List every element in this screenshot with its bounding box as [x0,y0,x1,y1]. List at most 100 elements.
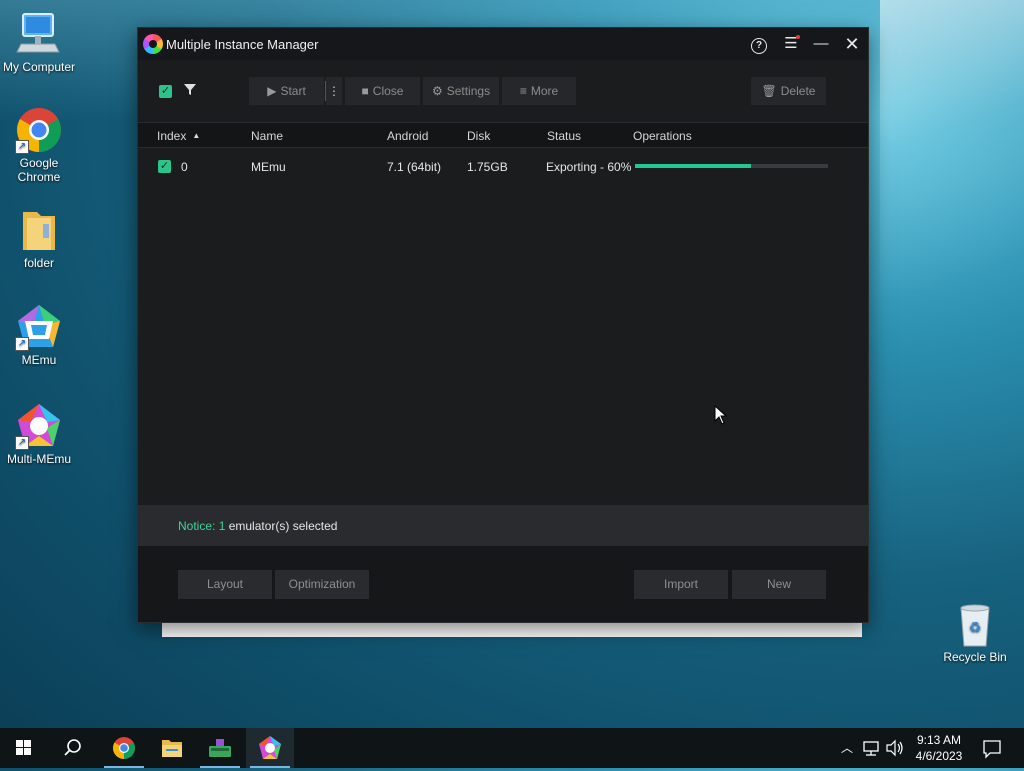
close-label: Close [372,84,404,98]
column-header-name: Name [251,129,284,143]
column-header-disk: Disk [467,129,491,143]
trash-icon: 🗑 [761,84,777,98]
new-button[interactable]: New [732,570,826,599]
desktop-icon-label: Multi-MEmu [6,452,71,466]
mouse-cursor [714,404,728,428]
layout-button[interactable]: Layout [178,570,272,599]
column-header-index[interactable]: Index ▲ [157,129,200,143]
folder-icon [15,206,63,254]
computer-icon [15,10,63,58]
notice-prefix: Notice: [178,519,219,533]
desktop-background-highlight [880,0,1024,330]
file-explorer-icon [162,740,182,757]
desktop-icon-label: My Computer [2,60,76,74]
delete-button[interactable]: 🗑 Delete [751,77,826,105]
toolbar: ✓ ▶ Start ⋮ ■ Close ⚙ Settings ≡ More 🗑 Delet… [138,60,868,120]
row-checkbox[interactable]: ✓ [158,160,171,173]
desktop-icon-label: Google Chrome [17,156,61,184]
column-header-android: Android [387,129,429,143]
optimization-button[interactable]: Optimization [275,570,369,599]
desktop-icon-multi-memu[interactable]: ↗ Multi-MEmu [1,402,77,466]
menu-button[interactable]: ☰ [780,33,802,55]
row-index: 0 [181,160,188,174]
export-progress-fill [635,164,751,168]
close-icon: ✕ [844,34,860,54]
action-center-icon [983,740,1001,759]
chevron-up-icon: ︿ [840,741,853,755]
network-icon [863,741,879,756]
filter-icon [184,84,196,95]
column-header-status: Status [547,129,582,143]
volume-tray-button[interactable] [884,728,906,768]
minimize-icon: — [813,35,829,52]
desktop-icon-label: MEmu [21,353,57,367]
window-title: Multiple Instance Manager [166,37,319,52]
keyboard-tool-icon [209,739,231,757]
table-row[interactable]: ✓ 0 MEmu 7.1 (64bit) 1.75GB Exporting - … [138,148,868,184]
settings-label: Settings [446,84,491,98]
close-instance-button[interactable]: ■ Close [345,77,420,105]
start-options-button[interactable]: ⋮ [326,77,342,105]
taskbar-chrome[interactable] [100,728,148,768]
notice-text: Notice: 1 emulator(s) selected [178,519,337,533]
notifications-button[interactable] [980,728,1004,768]
multi-memu-icon [259,736,281,759]
taskbar-multiple-instance-manager[interactable] [246,728,294,768]
search-button[interactable] [48,728,96,768]
row-status: Exporting - 60% [546,160,632,174]
delete-label: Delete [780,84,816,98]
export-progress-bar [635,164,828,168]
notice-bar: Notice: 1 emulator(s) selected [138,505,868,546]
desktop-icon-google-chrome[interactable]: ↗ Google Chrome [1,106,77,184]
recycle-bin-icon: ♻ [951,600,999,648]
vertical-dots-icon: ⋮ [328,84,340,98]
memu-icon: ↗ [15,303,63,351]
desktop-icon-memu[interactable]: ↗ MEmu [1,303,77,367]
row-android-version: 7.1 (64bit) [387,160,442,174]
desktop-icon-label: folder [23,256,55,270]
list-icon: ≡ [519,84,527,98]
chrome-icon: ↗ [15,106,63,154]
help-button[interactable]: ? [748,33,770,55]
stop-icon: ■ [361,84,369,98]
taskbar-multi-memu-tool[interactable] [196,728,244,768]
more-label: More [530,84,559,98]
app-logo-icon [143,34,163,54]
filter-button[interactable] [183,82,199,98]
taskbar-file-explorer[interactable] [148,728,196,768]
shortcut-arrow-icon: ↗ [15,337,29,351]
desktop-icon-folder[interactable]: folder [1,206,77,270]
notification-dot [796,35,800,39]
title-bar[interactable]: Multiple Instance Manager ? ☰ — ✕ [138,28,868,60]
network-tray-button[interactable] [861,728,883,768]
speaker-icon [886,739,903,757]
start-menu-button[interactable] [0,728,48,768]
gear-icon: ⚙ [431,84,443,98]
show-hidden-icons-button[interactable]: ︿ [838,728,856,768]
close-window-button[interactable]: ✕ [841,33,863,55]
desktop-icon-label: Recycle Bin [943,650,1007,664]
svg-text:♻: ♻ [969,620,982,636]
start-label: Start [280,84,306,98]
desktop-icon-recycle-bin[interactable]: ♻ Recycle Bin [937,600,1013,664]
select-all-checkbox[interactable]: ✓ [159,85,172,98]
clock-time: 9:13 AM [916,733,962,747]
play-icon: ▶ [267,84,277,98]
taskbar: ︿ 9:13 AM 4/6/2023 [0,728,1024,768]
more-button[interactable]: ≡ More [502,77,576,105]
system-clock[interactable]: 9:13 AM 4/6/2023 [904,732,974,764]
help-icon: ? [751,38,767,54]
row-disk-size: 1.75GB [467,160,508,174]
multi-memu-icon: ↗ [15,402,63,450]
settings-button[interactable]: ⚙ Settings [423,77,499,105]
start-button[interactable]: ▶ Start [249,77,324,105]
desktop-icon-my-computer[interactable]: My Computer [1,10,77,74]
multiple-instance-manager-window: Multiple Instance Manager ? ☰ — ✕ ✓ ▶ Sta… [137,27,869,623]
notice-suffix: emulator(s) selected [225,519,338,533]
shortcut-arrow-icon: ↗ [15,436,29,450]
import-button[interactable]: Import [634,570,728,599]
clock-date: 4/6/2023 [915,749,963,763]
shortcut-arrow-icon: ↗ [15,140,29,154]
minimize-button[interactable]: — [810,33,832,55]
bottom-action-bar: Layout Optimization Import New [138,546,868,622]
